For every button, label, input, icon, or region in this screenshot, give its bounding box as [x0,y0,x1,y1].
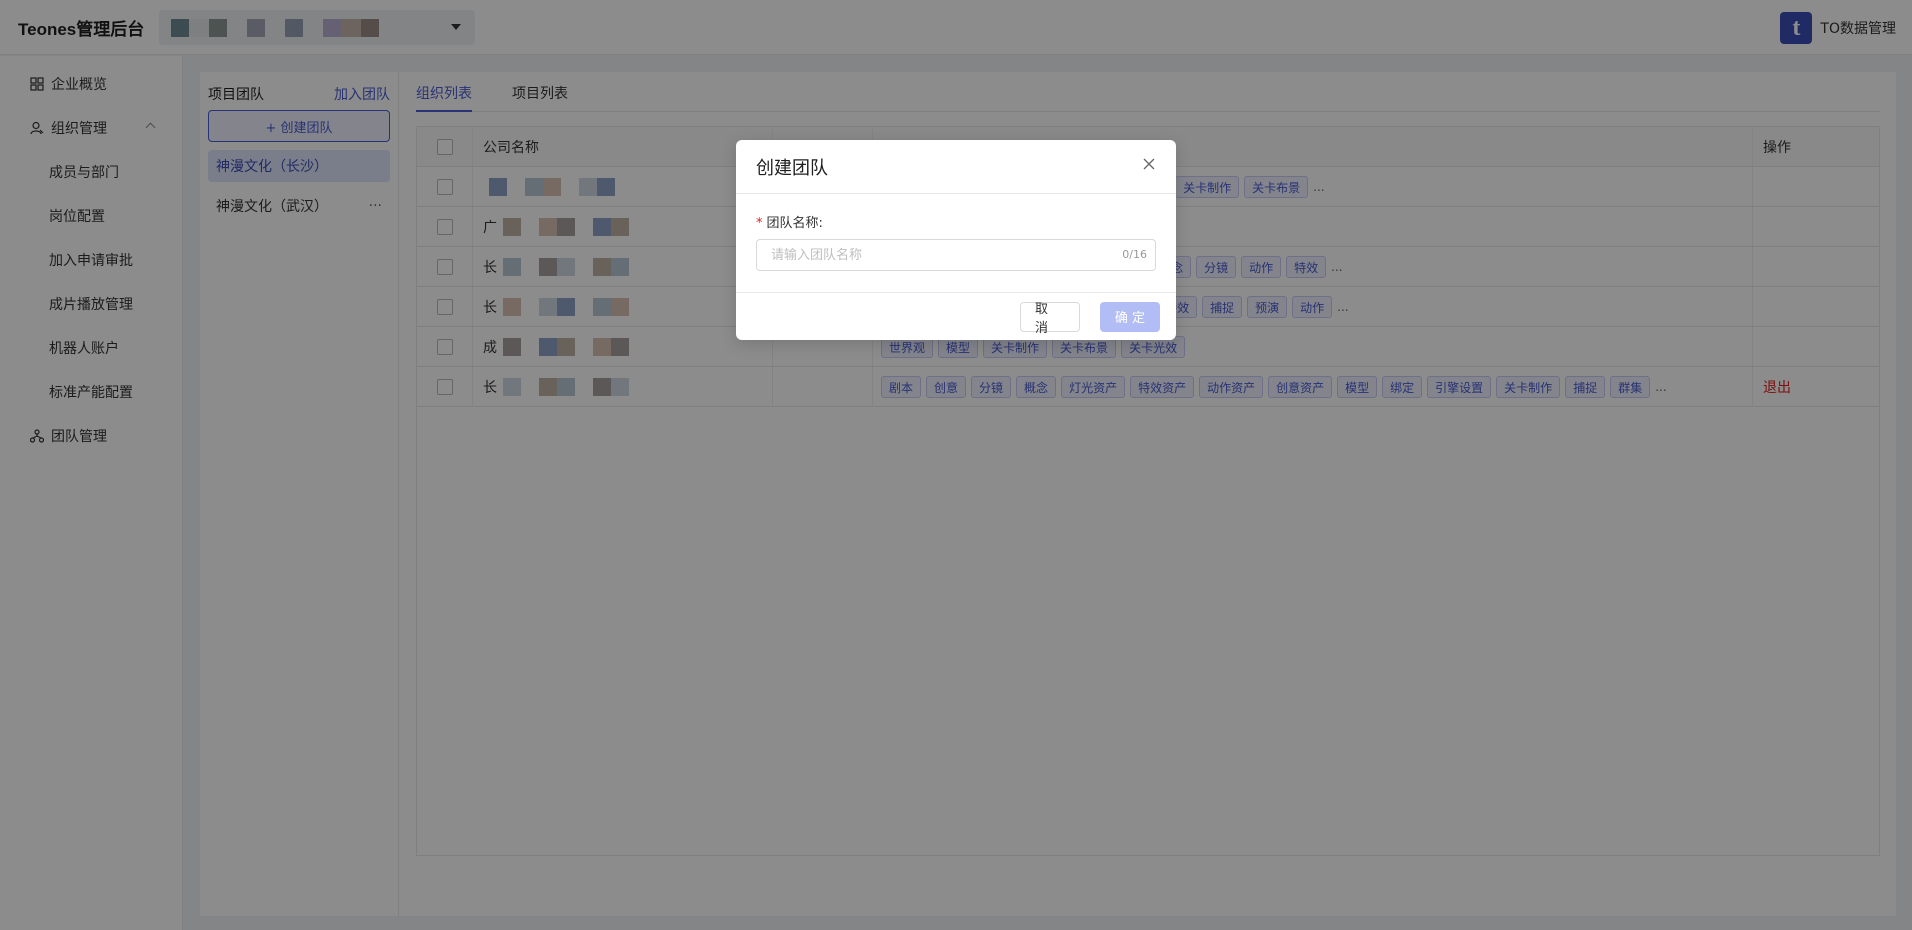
team-name-label: * 团队名称: [756,216,823,231]
close-icon[interactable] [1142,157,1156,171]
team-name-input[interactable] [757,240,1155,270]
cancel-button[interactable]: 取 消 [1020,301,1080,336]
char-counter: 0/16 [1122,248,1147,261]
dialog-title: 创建团队 [756,157,828,179]
team-name-field[interactable]: 0/16 [756,239,1156,271]
confirm-button[interactable]: 确 定 [1100,301,1160,332]
create-team-dialog: 创建团队 *团队名称: 0/16 取 消 确 定 [736,140,1176,340]
